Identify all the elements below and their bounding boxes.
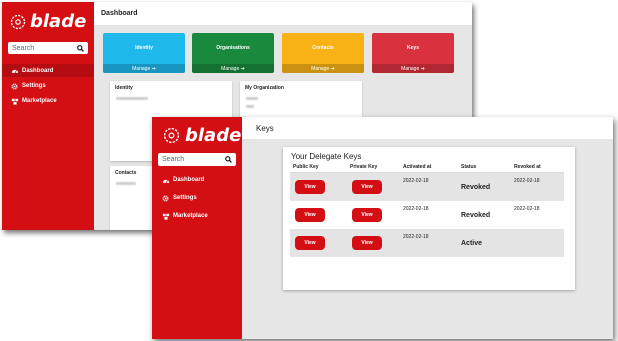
delegate-keys-table: Public Key Private Key Activated at Stat… [290, 162, 564, 257]
blade-logo: blade [163, 125, 241, 146]
search-placeholder: Search [162, 156, 185, 163]
manage-identity-button[interactable]: Manage ➔ [103, 64, 185, 73]
sidebar-item-label: Settings [173, 195, 197, 201]
column-header: Public Key [290, 162, 347, 173]
search-placeholder: Search [12, 44, 35, 52]
tile-identity: Identity Manage ➔ [103, 33, 185, 73]
sidebar-item-label: Marketplace [22, 98, 57, 104]
table-row: View View 2022-02-18 Revoked 2022-02-18 [290, 201, 564, 229]
contacts-card: Contacts [110, 166, 158, 230]
revoked-at-cell: 2022-02-18 [511, 172, 564, 201]
status-cell: Revoked [461, 211, 491, 219]
table-header-row: Public Key Private Key Activated at Stat… [290, 162, 564, 173]
column-header: Status [458, 162, 511, 173]
view-private-key-button[interactable]: View [352, 236, 382, 250]
redacted-text [116, 97, 148, 100]
page-title: Keys [242, 117, 613, 139]
sidebar-item-label: Marketplace [173, 213, 208, 219]
page-title-text: Keys [256, 123, 274, 133]
search-icon[interactable] [77, 44, 84, 52]
activated-at-cell: 2022-02-18 [400, 172, 458, 201]
sidebar: blade Search Dashboard Settings Marketpl… [152, 117, 242, 339]
status-cell: Revoked [458, 172, 511, 201]
organization-card: My Organization [240, 81, 362, 121]
sidebar-item-label: Settings [22, 83, 46, 89]
card-title: My Organization [245, 85, 284, 91]
column-header: Private Key [347, 162, 400, 173]
manage-contacts-button[interactable]: Manage ➔ [282, 64, 364, 73]
sidebar-item-dashboard[interactable]: Dashboard [2, 64, 94, 77]
page-title-text: Dashboard [101, 10, 138, 17]
sidebar-item-settings[interactable]: Settings [2, 80, 94, 92]
activated-at-cell: 2022-02-18 [403, 206, 429, 212]
tile-keys: Keys Manage ➔ [372, 33, 454, 73]
manage-keys-button[interactable]: Manage ➔ [372, 64, 454, 73]
view-public-key-button[interactable]: View [295, 180, 325, 194]
status-cell: Active [458, 229, 511, 257]
activated-at-cell: 2022-02-18 [400, 229, 458, 257]
blade-logo-icon [10, 14, 26, 29]
table-row: View View 2022-02-18 Active [290, 229, 564, 257]
sidebar-item-marketplace[interactable]: Marketplace [2, 95, 94, 107]
sidebar-item-settings[interactable]: Settings [152, 192, 242, 204]
redacted-text [116, 182, 136, 185]
column-header: Revoked at [511, 162, 564, 173]
view-private-key-button[interactable]: View [352, 180, 382, 194]
logo-text: blade [185, 125, 242, 146]
blade-logo-icon [163, 127, 180, 144]
sidebar-item-label: Dashboard [173, 177, 205, 183]
column-header: Activated at [400, 162, 458, 173]
tile-label: Keys [407, 45, 419, 51]
redacted-text [246, 97, 258, 100]
tile-label: Identity [135, 45, 153, 51]
sidebar-item-marketplace[interactable]: Marketplace [152, 210, 242, 222]
search-input[interactable]: Search [158, 153, 236, 166]
marketplace-icon [161, 213, 170, 220]
gear-icon [10, 82, 19, 90]
logo-text: blade [30, 11, 87, 32]
gear-icon [161, 194, 170, 202]
card-title: Contacts [115, 170, 137, 176]
tile-organisations: Organisations Manage ➔ [192, 33, 274, 73]
sidebar-item-dashboard[interactable]: Dashboard [152, 174, 242, 186]
marketplace-icon [10, 98, 19, 105]
panel-title: Your Delegate Keys [291, 152, 362, 161]
view-public-key-button[interactable]: View [295, 236, 325, 250]
table-row: View View 2022-02-18 Revoked 2022-02-18 [290, 172, 564, 201]
tile-contacts: Contacts Manage ➔ [282, 33, 364, 73]
revoked-at-cell [511, 229, 564, 257]
view-public-key-button[interactable]: View [295, 208, 325, 222]
keys-window: blade Search Dashboard Settings Marketpl… [152, 117, 613, 339]
blade-logo: blade [10, 11, 86, 32]
card-title: Identity [115, 85, 133, 91]
page-title: Dashboard [94, 2, 472, 25]
dashboard-icon [161, 177, 170, 184]
redacted-text [246, 105, 254, 108]
revoked-at-cell: 2022-02-18 [514, 206, 540, 212]
search-icon[interactable] [225, 156, 232, 163]
view-private-key-button[interactable]: View [352, 208, 382, 222]
manage-organisations-button[interactable]: Manage ➔ [192, 64, 274, 73]
delegate-keys-panel: Your Delegate Keys Public Key Private Ke… [283, 147, 575, 290]
tile-label: Contacts [312, 45, 334, 51]
sidebar-item-label: Dashboard [22, 67, 54, 74]
search-input[interactable]: Search [8, 42, 88, 54]
dashboard-icon [10, 67, 19, 74]
tile-label: Organisations [216, 45, 250, 51]
sidebar: blade Search Dashboard Settings Marketpl… [2, 2, 94, 230]
